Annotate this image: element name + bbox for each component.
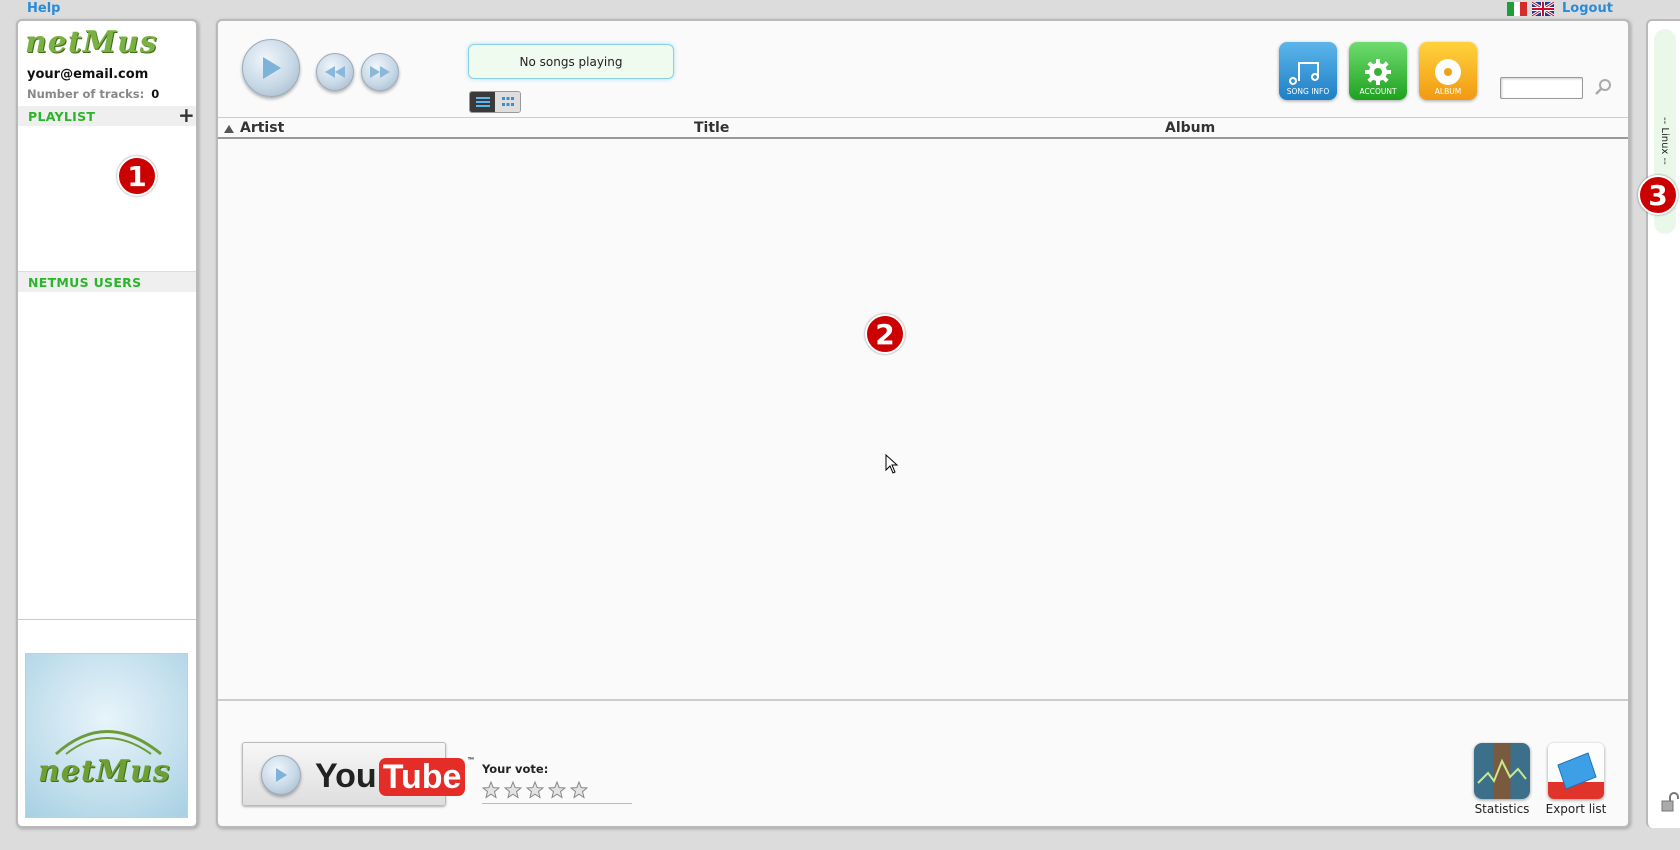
user-email: your@email.com <box>27 67 149 82</box>
youtube-logo-tube: Tube <box>378 757 466 796</box>
callout-badge-3: 3 <box>1638 175 1678 215</box>
account-button[interactable]: ACCOUNT <box>1349 42 1407 100</box>
statistics-button[interactable] <box>1474 743 1530 799</box>
playlist-header: PLAYLIST <box>18 106 196 126</box>
callout-badge-2: 2 <box>865 314 905 354</box>
grid-view-button[interactable] <box>495 92 520 112</box>
now-playing-text: No songs playing <box>519 54 623 69</box>
export-list-button[interactable] <box>1548 743 1604 799</box>
star-icon[interactable] <box>504 781 522 799</box>
youtube-button[interactable]: You Tube ™ <box>242 742 474 806</box>
export-document-icon <box>1557 752 1597 790</box>
statistics-label: Statistics <box>1474 802 1530 816</box>
add-playlist-icon[interactable]: + <box>178 103 195 127</box>
youtube-logo-you: You <box>315 757 377 795</box>
track-list[interactable] <box>218 141 1628 697</box>
column-artist[interactable]: Artist <box>240 120 284 136</box>
vote-stars <box>482 781 588 799</box>
next-button[interactable] <box>361 53 399 91</box>
italian-flag-icon[interactable] <box>1507 2 1528 16</box>
playlist-header-label: PLAYLIST <box>28 109 96 124</box>
main-panel: No songs playing SONG INFO ACCOUNT ALBUM… <box>216 19 1630 828</box>
list-view-icon <box>475 97 490 107</box>
view-toggle <box>469 91 521 113</box>
vote-label: Your vote: <box>482 762 549 776</box>
youtube-logo: You Tube ™ <box>315 757 474 796</box>
sort-ascending-icon[interactable] <box>224 125 234 133</box>
column-album[interactable]: Album <box>1165 120 1215 136</box>
callout-badge-1: 1 <box>117 156 157 196</box>
badge-logo-text: netMus <box>38 754 171 789</box>
divider <box>18 619 196 620</box>
star-icon[interactable] <box>526 781 544 799</box>
tracks-count-row: Number of tracks: 0 <box>27 87 159 101</box>
song-info-button[interactable]: SONG INFO <box>1279 42 1337 100</box>
right-collapsed-panel: -- Linux -- <box>1646 19 1680 828</box>
disc-icon <box>1435 59 1461 85</box>
english-flag-icon[interactable] <box>1532 2 1554 16</box>
gear-icon <box>1365 59 1391 85</box>
music-notes-icon <box>1289 62 1319 85</box>
star-icon[interactable] <box>548 781 566 799</box>
grid-view-icon <box>501 97 514 106</box>
search-icon[interactable] <box>1594 78 1612 96</box>
vote-underline <box>482 803 632 804</box>
song-info-label: SONG INFO <box>1286 87 1330 96</box>
tracks-count: 0 <box>151 87 160 101</box>
star-icon[interactable] <box>570 781 588 799</box>
table-header: Artist Title Album <box>218 117 1628 139</box>
fast-forward-icon <box>370 66 390 78</box>
tracks-label: Number of tracks: <box>27 87 145 101</box>
youtube-trademark: ™ <box>467 757 475 764</box>
statistics-chart-icon <box>1477 758 1527 784</box>
help-link[interactable]: Help <box>27 1 60 16</box>
youtube-play-button[interactable] <box>261 755 301 795</box>
rewind-icon <box>325 66 345 78</box>
column-title[interactable]: Title <box>694 120 729 136</box>
logout-link[interactable]: Logout <box>1562 1 1613 16</box>
play-button[interactable] <box>242 39 300 97</box>
mouse-cursor-icon <box>885 454 899 474</box>
netmus-logo: netMus <box>25 25 158 60</box>
left-sidebar: netMus your@email.com Number of tracks: … <box>16 19 198 828</box>
netmus-users-header: NETMUS USERS <box>18 272 196 292</box>
play-icon <box>263 57 281 79</box>
side-tab-label: -- Linux -- <box>1659 117 1670 165</box>
export-list-label: Export list <box>1545 802 1607 816</box>
play-icon <box>276 768 287 782</box>
star-icon[interactable] <box>482 781 500 799</box>
album-label: ALBUM <box>1434 87 1462 96</box>
list-view-button[interactable] <box>470 92 495 112</box>
previous-button[interactable] <box>316 53 354 91</box>
unlock-icon[interactable] <box>1660 792 1680 814</box>
album-button[interactable]: ALBUM <box>1419 42 1477 100</box>
account-label: ACCOUNT <box>1359 87 1397 96</box>
netmus-badge-image: netMus <box>25 653 188 818</box>
now-playing-display: No songs playing <box>468 44 674 79</box>
footer-divider <box>218 699 1628 701</box>
netmus-users-label: NETMUS USERS <box>28 275 142 290</box>
search-input[interactable] <box>1500 77 1583 99</box>
